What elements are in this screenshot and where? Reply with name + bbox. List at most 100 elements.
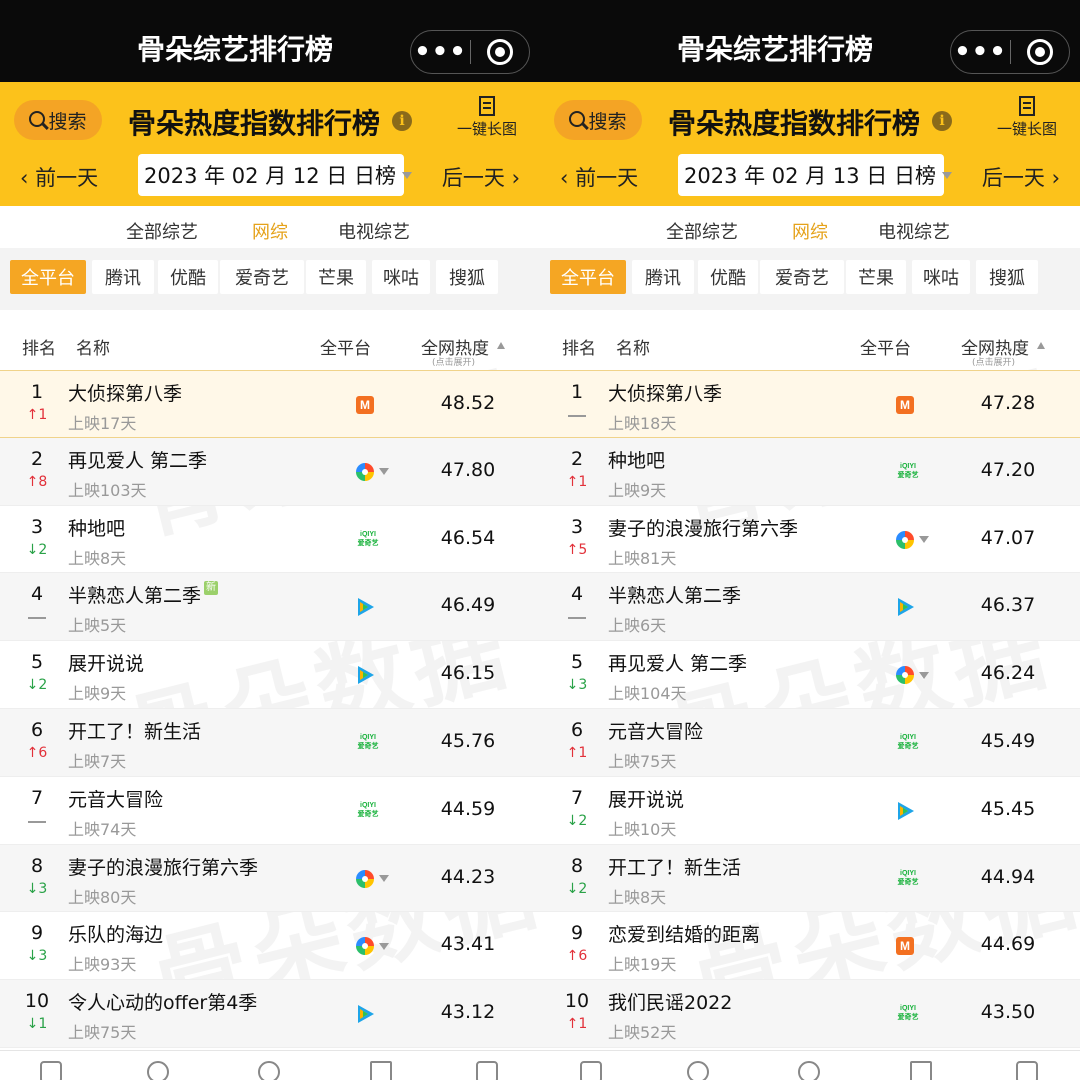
prev-day-button[interactable]: ‹ 前一天 [20, 162, 98, 192]
edit-tab-icon[interactable] [910, 1061, 932, 1080]
table-row[interactable]: 6 ↑6 开工了！新生活 上映7天 iQIYI 爱奇艺 45.76 [0, 708, 540, 777]
category-tab[interactable]: 电视综艺 [878, 218, 950, 244]
show-name[interactable]: 乐队的海边 [68, 920, 163, 947]
category-tab[interactable]: 电视综艺 [338, 218, 410, 244]
show-name[interactable]: 开工了！新生活 [608, 853, 741, 880]
grid-tab-icon[interactable] [1016, 1061, 1038, 1080]
show-name[interactable]: 大侦探第八季 [608, 379, 722, 406]
table-row[interactable]: 10 ↓1 令人心动的offer第4季 上映75天 43.12 [0, 980, 540, 1048]
table-row[interactable]: 7 元音大冒险 上映74天 iQIYI 爱奇艺 44.59 [0, 777, 540, 845]
star-tab-icon[interactable] [687, 1061, 709, 1080]
show-name[interactable]: 妻子的浪漫旅行第六季 [68, 853, 258, 880]
table-row[interactable]: 5 ↓3 再见爱人 第二季 上映104天 46.24 [540, 641, 1080, 709]
caret-down-icon[interactable] [379, 468, 389, 476]
show-name[interactable]: 半熟恋人第二季 [608, 581, 741, 608]
show-name[interactable]: 元音大冒险 [68, 785, 163, 812]
platform-chip[interactable]: 芒果 [306, 260, 366, 294]
show-name[interactable]: 展开说说 [68, 649, 144, 676]
category-tab[interactable]: 网综 [792, 218, 828, 252]
table-row[interactable]: 6 ↑1 元音大冒险 上映75天 iQIYI 爱奇艺 45.49 [540, 708, 1080, 777]
film-tab-icon[interactable] [258, 1061, 280, 1080]
table-row[interactable]: 4 半熟恋人第二季新上映5天 46.49 [0, 573, 540, 642]
table-row[interactable]: 8 ↓2 开工了！新生活 上映8天 iQIYI 爱奇艺 44.94 [540, 844, 1080, 913]
video-tab-icon[interactable] [40, 1061, 62, 1080]
category-tab[interactable]: 全部综艺 [126, 218, 198, 244]
info-icon[interactable]: i [392, 111, 412, 131]
show-name[interactable]: 我们民谣2022 [608, 988, 732, 1015]
show-name[interactable]: 再见爱人 第二季 [608, 649, 747, 676]
platform-chip[interactable]: 芒果 [846, 260, 906, 294]
show-name[interactable]: 元音大冒险 [608, 717, 703, 744]
more-icon[interactable]: ••• [411, 32, 470, 72]
youku-icon[interactable] [356, 460, 408, 484]
show-name[interactable]: 开工了！新生活 [68, 717, 201, 744]
platform-chip[interactable]: 搜狐 [976, 260, 1038, 294]
show-name[interactable]: 令人心动的offer第4季 [68, 988, 257, 1015]
col-platform[interactable]: 全平台 [860, 334, 911, 359]
platform-chip[interactable]: 全平台 [550, 260, 626, 294]
platform-chip[interactable]: 搜狐 [436, 260, 498, 294]
next-day-button[interactable]: 后一天 › [442, 162, 520, 192]
close-miniprogram-button[interactable] [471, 39, 529, 65]
platform-chip[interactable]: 腾讯 [632, 260, 694, 294]
sort-icon[interactable] [497, 342, 505, 349]
table-row[interactable]: 2 ↑8 再见爱人 第二季 上映103天 47.80 [0, 437, 540, 506]
table-row[interactable]: 7 ↓2 展开说说 上映10天 45.45 [540, 777, 1080, 845]
more-icon[interactable]: ••• [951, 32, 1010, 72]
platform-chip[interactable]: 咪咕 [912, 260, 970, 294]
table-row[interactable]: 2 ↑1 种地吧 上映9天 iQIYI 爱奇艺 47.20 [540, 437, 1080, 506]
platform-chip[interactable]: 腾讯 [92, 260, 154, 294]
date-selector[interactable]: 2023 年 02 月 13 日 日榜 [678, 154, 952, 196]
search-button[interactable]: 搜索 [14, 100, 102, 140]
table-row[interactable]: 9 ↓3 乐队的海边 上映93天 43.41 [0, 912, 540, 981]
caret-down-icon[interactable] [379, 875, 389, 883]
show-name[interactable]: 恋爱到结婚的距离 [608, 920, 760, 947]
platform-chip[interactable]: 全平台 [10, 260, 86, 294]
show-name[interactable]: 种地吧 [68, 514, 125, 541]
sort-icon[interactable] [1037, 342, 1045, 349]
date-selector[interactable]: 2023 年 02 月 12 日 日榜 [138, 154, 412, 196]
star-tab-icon[interactable] [147, 1061, 169, 1080]
platform-chip[interactable]: 爱奇艺 [760, 260, 844, 294]
show-name[interactable]: 半熟恋人第二季新 [68, 581, 219, 608]
table-row[interactable]: 8 ↓3 妻子的浪漫旅行第六季 上映80天 44.23 [0, 844, 540, 913]
next-day-button[interactable]: 后一天 › [982, 162, 1060, 192]
caret-down-icon[interactable] [919, 536, 929, 544]
youku-icon[interactable] [896, 663, 948, 687]
category-tab[interactable]: 全部综艺 [666, 218, 738, 244]
search-button[interactable]: 搜索 [554, 100, 642, 140]
show-name[interactable]: 种地吧 [608, 446, 665, 473]
close-miniprogram-button[interactable] [1011, 39, 1069, 65]
table-row[interactable]: 3 ↓2 种地吧 上映8天 iQIYI 爱奇艺 46.54 [0, 506, 540, 574]
table-row[interactable]: 1 ↑1 大侦探第八季 上映17天 M 48.52 [0, 370, 540, 438]
caret-down-icon[interactable] [379, 942, 389, 950]
category-tab[interactable]: 网综 [252, 218, 288, 252]
table-row[interactable]: 9 ↑6 恋爱到结婚的距离 上映19天 M 44.69 [540, 912, 1080, 981]
table-row[interactable]: 10 ↑1 我们民谣2022 上映52天 iQIYI 爱奇艺 43.50 [540, 980, 1080, 1048]
show-name[interactable]: 再见爱人 第二季 [68, 446, 207, 473]
platform-chip[interactable]: 优酷 [698, 260, 758, 294]
long-image-button[interactable]: 一键长图 [992, 96, 1062, 139]
table-row[interactable]: 3 ↑5 妻子的浪漫旅行第六季 上映81天 47.07 [540, 506, 1080, 574]
grid-tab-icon[interactable] [476, 1061, 498, 1080]
youku-icon[interactable] [356, 934, 408, 958]
video-tab-icon[interactable] [580, 1061, 602, 1080]
edit-tab-icon[interactable] [370, 1061, 392, 1080]
youku-icon[interactable] [356, 867, 408, 891]
youku-icon[interactable] [896, 528, 948, 552]
table-row[interactable]: 4 半熟恋人第二季 上映6天 46.37 [540, 573, 1080, 642]
show-name[interactable]: 大侦探第八季 [68, 379, 182, 406]
show-name[interactable]: 妻子的浪漫旅行第六季 [608, 514, 798, 541]
long-image-button[interactable]: 一键长图 [452, 96, 522, 139]
col-platform[interactable]: 全平台 [320, 334, 371, 359]
platform-chip[interactable]: 优酷 [158, 260, 218, 294]
table-row[interactable]: 1 大侦探第八季 上映18天 M 47.28 [540, 370, 1080, 438]
caret-down-icon[interactable] [919, 671, 929, 679]
platform-chip[interactable]: 爱奇艺 [220, 260, 304, 294]
prev-day-button[interactable]: ‹ 前一天 [560, 162, 638, 192]
show-name[interactable]: 展开说说 [608, 785, 684, 812]
table-row[interactable]: 5 ↓2 展开说说 上映9天 46.15 [0, 641, 540, 709]
platform-chip[interactable]: 咪咕 [372, 260, 430, 294]
info-icon[interactable]: i [932, 111, 952, 131]
film-tab-icon[interactable] [798, 1061, 820, 1080]
